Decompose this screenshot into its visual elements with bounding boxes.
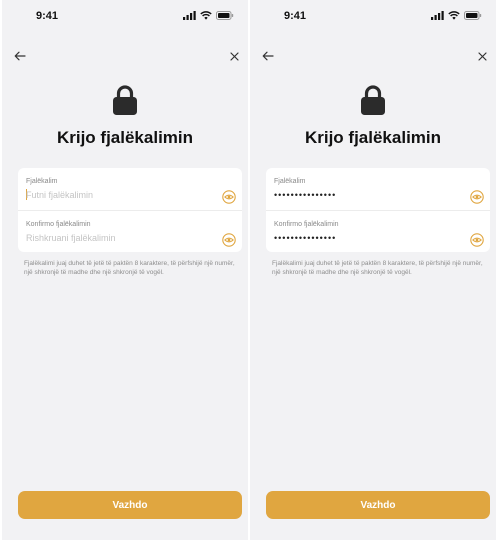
continue-button[interactable]: Vazhdo bbox=[18, 491, 242, 519]
confirm-password-field: Konfirmo fjalëkalimin bbox=[266, 210, 490, 253]
password-input[interactable] bbox=[274, 188, 454, 202]
arrow-left-icon bbox=[14, 51, 26, 61]
password-form-card: Fjalëkalim Konfirmo fjalëkalimin bbox=[266, 168, 490, 252]
back-button[interactable] bbox=[10, 46, 30, 66]
status-time: 9:41 bbox=[284, 10, 307, 22]
nav-row bbox=[250, 46, 496, 66]
password-label: Fjalëkalim bbox=[26, 178, 58, 185]
password-input[interactable] bbox=[26, 188, 206, 202]
page-title: Krijo fjalëkalimin bbox=[56, 128, 194, 147]
back-button[interactable] bbox=[258, 46, 278, 66]
confirm-password-label: Konfirmo fjalëkalimin bbox=[274, 221, 339, 228]
cellular-signal-icon bbox=[431, 11, 444, 20]
password-requirements-hint: Fjalëkalimi juaj duhet të jetë të paktën… bbox=[272, 260, 483, 276]
lock-icon bbox=[361, 85, 385, 115]
status-bar: 9:41 bbox=[2, 0, 248, 30]
eye-icon[interactable] bbox=[470, 190, 484, 204]
continue-button[interactable]: Vazhdo bbox=[266, 491, 490, 519]
status-icons bbox=[183, 11, 234, 20]
battery-icon bbox=[464, 11, 482, 20]
password-requirements-hint: Fjalëkalimi juaj duhet të jetë të paktën… bbox=[24, 260, 235, 276]
lock-icon bbox=[113, 85, 137, 115]
create-password-screen-filled: 9:41 Krijo fjalëkalimin Fjalëkalim •••••… bbox=[250, 0, 496, 540]
cellular-signal-icon bbox=[183, 11, 196, 20]
close-button[interactable] bbox=[224, 46, 244, 66]
password-field: Fjalëkalim bbox=[266, 168, 490, 210]
password-field: Fjalëkalim bbox=[18, 168, 242, 210]
eye-icon[interactable] bbox=[470, 233, 484, 247]
close-icon bbox=[477, 51, 487, 61]
confirm-password-input[interactable] bbox=[274, 231, 454, 245]
wifi-icon bbox=[448, 11, 460, 20]
create-password-screen-empty: 9:41 Krijo fjalëkalimin Fjalëkalim Futni… bbox=[2, 0, 248, 540]
wifi-icon bbox=[200, 11, 212, 20]
battery-icon bbox=[216, 11, 234, 20]
confirm-password-field: Konfirmo fjalëkalimin bbox=[18, 210, 242, 253]
password-label: Fjalëkalim bbox=[274, 178, 306, 185]
eye-icon[interactable] bbox=[222, 233, 236, 247]
status-bar: 9:41 bbox=[250, 0, 496, 30]
close-icon bbox=[229, 51, 239, 61]
arrow-left-icon bbox=[262, 51, 274, 61]
password-form-card: Fjalëkalim Konfirmo fjalëkalimin bbox=[18, 168, 242, 252]
close-button[interactable] bbox=[472, 46, 492, 66]
nav-row bbox=[2, 46, 248, 66]
page-title: Krijo fjalëkalimin bbox=[304, 128, 442, 147]
confirm-password-label: Konfirmo fjalëkalimin bbox=[26, 221, 91, 228]
confirm-password-input[interactable] bbox=[26, 231, 206, 245]
eye-icon[interactable] bbox=[222, 190, 236, 204]
status-icons bbox=[431, 11, 482, 20]
status-time: 9:41 bbox=[36, 10, 59, 22]
